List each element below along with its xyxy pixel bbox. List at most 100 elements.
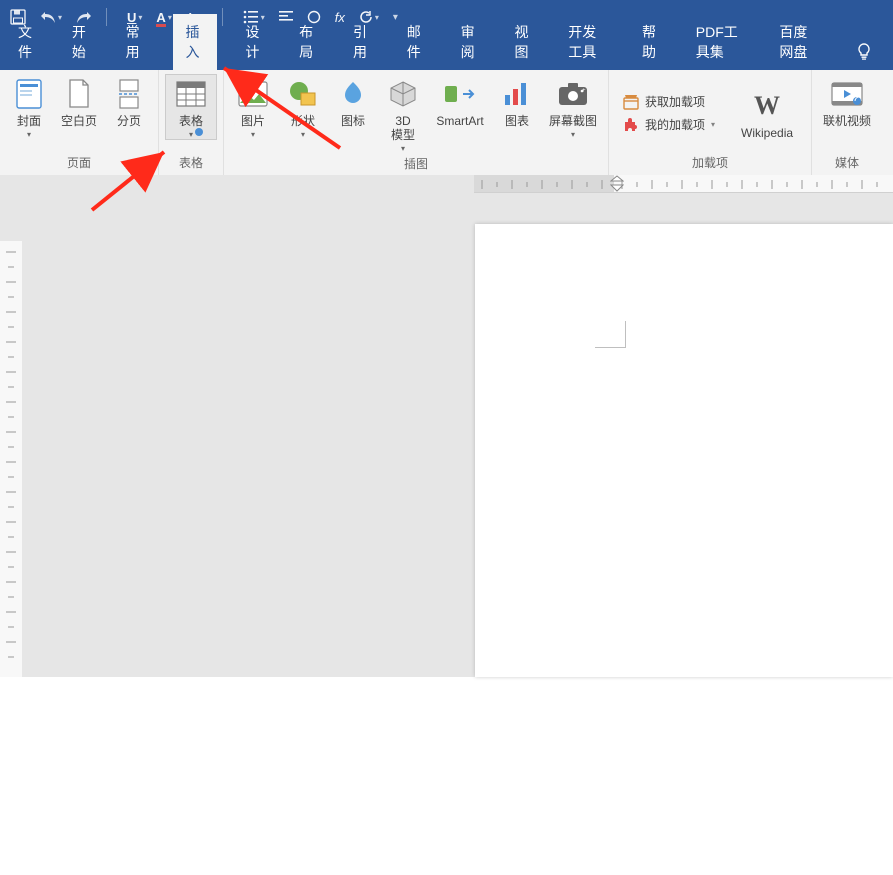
online-video-icon [831, 78, 863, 110]
indent-marker-icon[interactable] [610, 175, 624, 192]
smartart-label: SmartArt [436, 114, 483, 128]
blank-page-button[interactable]: 空白页 [56, 74, 102, 128]
customize-qat-button[interactable]: ▾ [393, 12, 398, 23]
tab-design[interactable]: 设计 [239, 14, 271, 70]
chart-button[interactable]: 图表 [494, 74, 540, 128]
dropdown-icon: ▾ [58, 13, 62, 22]
blank-page-label: 空白页 [61, 114, 97, 128]
online-video-button[interactable]: 联机视频 [818, 74, 876, 128]
group-illustrations-label: 插图 [230, 153, 602, 174]
get-addins-button[interactable]: 获取加载项 [623, 93, 715, 110]
group-media: 联机视频 媒体 [812, 70, 882, 175]
align-icon [279, 11, 293, 23]
group-tables: 表格 ▾ 表格 [159, 70, 224, 175]
cover-page-button[interactable]: 封面 ▾ [6, 74, 52, 139]
picture-icon [237, 78, 269, 110]
tab-baidu[interactable]: 百度网盘 [773, 14, 825, 70]
screenshot-label: 屏幕截图 [549, 114, 597, 128]
svg-text:+: + [582, 88, 586, 94]
online-video-label: 联机视频 [823, 114, 871, 128]
align-button[interactable] [279, 11, 293, 23]
tab-mailings[interactable]: 邮件 [401, 14, 433, 70]
table-button[interactable]: 表格 ▾ [165, 74, 217, 140]
off-page-area [22, 192, 474, 677]
table-label: 表格 [179, 114, 203, 128]
cover-page-icon [13, 78, 45, 110]
icons-label: 图标 [341, 114, 365, 128]
tell-me-button[interactable] [847, 37, 881, 70]
vertical-ruler[interactable] [0, 192, 22, 677]
font-color-button[interactable]: A ▾ [156, 10, 171, 25]
group-pages: 封面 ▾ 空白页 分页 页面 [0, 70, 159, 175]
camera-icon: + [557, 78, 589, 110]
group-illustrations: 图片 ▾ 形状 ▾ 图标 3D 模型 ▾ [224, 70, 609, 175]
screenshot-button[interactable]: + 屏幕截图 ▾ [544, 74, 602, 139]
ribbon-tabs: 文件 开始 常用 插入 设计 布局 引用 邮件 审阅 视图 开发工具 帮助 PD… [0, 34, 893, 70]
3d-models-button[interactable]: 3D 模型 ▾ [380, 74, 426, 153]
tab-references[interactable]: 引用 [347, 14, 379, 70]
pictures-label: 图片 [241, 114, 265, 128]
my-addins-label: 我的加载项 [645, 116, 705, 133]
dropdown-icon: ▾ [189, 130, 193, 139]
blank-page-icon [63, 78, 95, 110]
group-media-label: 媒体 [818, 152, 876, 173]
document-page[interactable] [475, 224, 893, 677]
shapes-button[interactable]: 形状 ▾ [280, 74, 326, 139]
dropdown-icon: ▾ [301, 130, 305, 139]
fx-button[interactable]: fx [335, 10, 345, 25]
horizontal-ruler[interactable] [22, 175, 893, 193]
group-tables-label: 表格 [165, 152, 217, 173]
chart-label: 图表 [505, 114, 529, 128]
separator [222, 8, 229, 26]
group-addins: 获取加载项 我的加载项 ▾ W Wikipedia 加载项 [609, 70, 812, 175]
smartart-icon [444, 78, 476, 110]
font-color-icon: A [156, 10, 165, 25]
puzzle-icon [623, 117, 639, 133]
tab-view[interactable]: 视图 [508, 14, 540, 70]
fx-icon: fx [335, 10, 345, 25]
cube-icon [387, 78, 419, 110]
get-addins-label: 获取加载项 [645, 93, 705, 110]
tab-home[interactable]: 开始 [66, 14, 98, 70]
wikipedia-icon: W [751, 90, 783, 122]
store-icon [623, 94, 639, 110]
dropdown-icon: ▾ [571, 130, 575, 139]
dropdown-icon: ▾ [711, 120, 715, 129]
tab-layout[interactable]: 布局 [293, 14, 325, 70]
separator [106, 8, 113, 26]
tab-common[interactable]: 常用 [120, 14, 152, 70]
tab-devtools[interactable]: 开发工具 [562, 14, 614, 70]
addins-stack: 获取加载项 我的加载项 ▾ [621, 89, 717, 137]
text-cursor [595, 321, 626, 348]
pictures-button[interactable]: 图片 ▾ [230, 74, 276, 139]
dropdown-icon: ▾ [401, 144, 405, 153]
group-pages-label: 页面 [6, 152, 152, 173]
wikipedia-button[interactable]: W Wikipedia [735, 86, 799, 140]
page-break-icon [113, 78, 145, 110]
ribbon: 封面 ▾ 空白页 分页 页面 [0, 70, 893, 176]
tab-review[interactable]: 审阅 [455, 14, 487, 70]
cover-page-label: 封面 [17, 114, 41, 128]
tab-insert[interactable]: 插入 [173, 14, 217, 70]
page-break-label: 分页 [117, 114, 141, 128]
document-area [0, 175, 893, 677]
dropdown-icon: ▾ [393, 12, 398, 23]
page-break-button[interactable]: 分页 [106, 74, 152, 128]
shapes-icon [287, 78, 319, 110]
bulb-icon [855, 43, 873, 61]
tab-file[interactable]: 文件 [12, 14, 44, 70]
icons-button[interactable]: 图标 [330, 74, 376, 128]
dropdown-icon: ▾ [27, 130, 31, 139]
tab-pdf[interactable]: PDF工具集 [690, 14, 752, 70]
chart-icon [501, 78, 533, 110]
smartart-button[interactable]: SmartArt [430, 74, 490, 128]
my-addins-button[interactable]: 我的加载项 ▾ [623, 116, 715, 133]
wikipedia-label: Wikipedia [741, 126, 793, 140]
group-addins-label: 加载项 [615, 152, 805, 173]
dropdown-icon: ▾ [251, 130, 255, 139]
icons-icon [337, 78, 369, 110]
table-icon [175, 78, 207, 110]
tab-help[interactable]: 帮助 [636, 14, 668, 70]
3d-models-label: 3D 模型 [391, 114, 415, 142]
dropdown-icon: ▾ [168, 13, 172, 22]
